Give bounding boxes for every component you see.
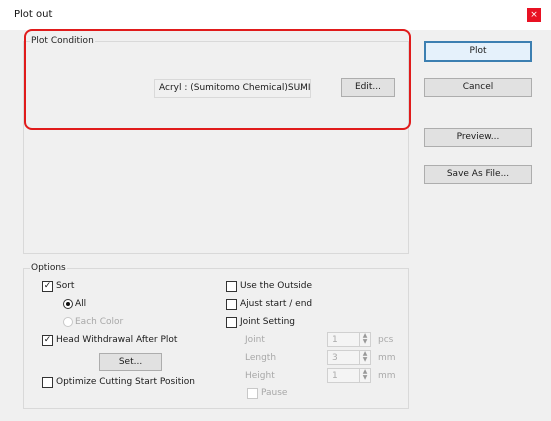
sort-label: Sort [56,281,75,291]
joint-setting-checkbox[interactable] [226,317,237,328]
spin-down-icon[interactable]: ▼ [360,339,370,345]
joint-label: Joint [245,335,265,345]
plot-out-dialog: Plot out × Plot Condition Acryl : (Sumit… [0,0,551,421]
joint-unit: pcs [378,335,394,345]
plot-button[interactable]: Plot [424,41,532,62]
spin-down-icon[interactable]: ▼ [360,357,370,363]
use-outside-checkbox[interactable] [226,281,237,292]
spin-down-icon[interactable]: ▼ [360,375,370,381]
height-label: Height [245,371,275,381]
length-unit: mm [378,353,396,363]
plot-button-label: Plot [469,46,487,56]
checkmark-icon: ✓ [43,281,52,291]
optimize-cutting-label: Optimize Cutting Start Position [56,377,195,387]
head-withdrawal-label: Head Withdrawal After Plot [56,335,178,345]
cancel-button[interactable]: Cancel [424,78,532,97]
set-button-label: Set... [118,357,143,367]
each-color-label: Each Color [75,317,124,327]
title-bar: Plot out × [0,0,551,30]
height-unit: mm [378,371,396,381]
close-icon: × [530,10,538,20]
each-color-radio[interactable] [63,317,73,327]
window-title: Plot out [14,9,53,20]
height-spinner[interactable]: 1 ▲ ▼ [327,368,371,383]
height-value: 1 [332,371,338,381]
options-label: Options [30,263,67,273]
save-as-file-button-label: Save As File... [446,169,510,179]
all-label: All [75,299,87,309]
preview-button-label: Preview... [456,132,500,142]
length-spinner[interactable]: 3 ▲ ▼ [327,350,371,365]
close-button[interactable]: × [527,8,541,22]
head-withdrawal-checkbox[interactable]: ✓ [42,335,53,346]
length-value: 3 [332,353,338,363]
cancel-button-label: Cancel [462,82,494,92]
spinner-arrows-icon[interactable]: ▲ ▼ [359,333,370,346]
spinner-arrows-icon[interactable]: ▲ ▼ [359,369,370,382]
sort-checkbox[interactable]: ✓ [42,281,53,292]
adjust-start-end-label: Ajust start / end [240,299,313,309]
joint-value: 1 [332,335,338,345]
pause-label: Pause [261,388,288,398]
highlight-annotation-box [24,29,411,130]
spinner-arrows-icon[interactable]: ▲ ▼ [359,351,370,364]
joint-setting-label: Joint Setting [240,317,295,327]
checkmark-icon: ✓ [43,335,52,345]
joint-spinner[interactable]: 1 ▲ ▼ [327,332,371,347]
adjust-start-end-checkbox[interactable] [226,299,237,310]
optimize-cutting-checkbox[interactable] [42,377,53,388]
set-button[interactable]: Set... [99,353,162,371]
save-as-file-button[interactable]: Save As File... [424,165,532,184]
use-outside-label: Use the Outside [240,281,313,291]
preview-button[interactable]: Preview... [424,128,532,147]
pause-checkbox[interactable] [247,388,258,399]
length-label: Length [245,353,277,363]
all-radio[interactable] [63,299,73,309]
